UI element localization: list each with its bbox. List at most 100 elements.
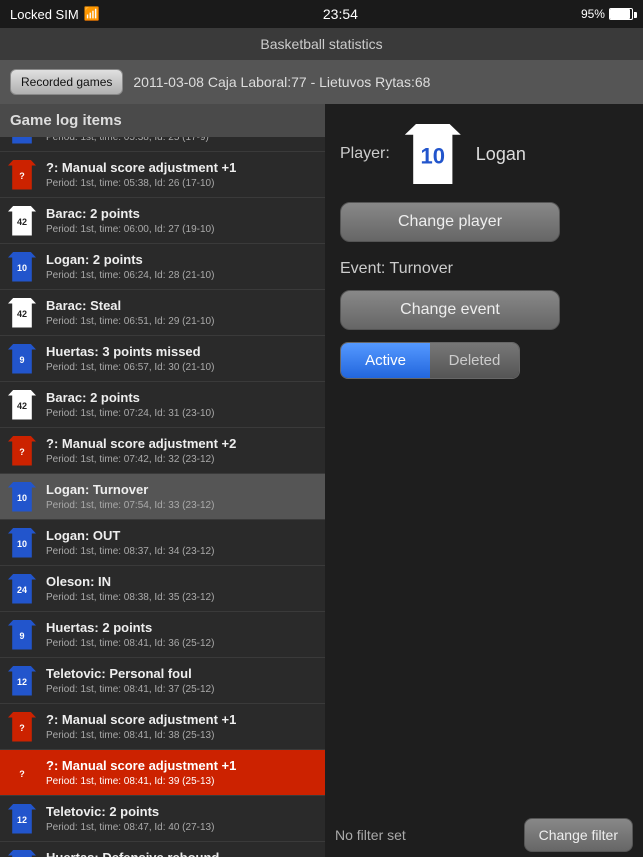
left-panel: Game log items 10 Logan: Personal foul P… <box>0 104 325 857</box>
game-title: 2011-03-08 Caja Laboral:77 - Lietuvos Ry… <box>133 74 430 90</box>
jersey-number: 9 <box>19 631 24 641</box>
log-text: Logan: 2 points Period: 1st, time: 06:24… <box>44 244 325 289</box>
recorded-games-button[interactable]: Recorded games <box>10 69 123 95</box>
jersey-number: 10 <box>17 263 27 273</box>
log-main-text: Oleson: IN <box>46 574 320 591</box>
player-name: Logan <box>476 144 526 165</box>
status-time: 23:54 <box>323 6 358 22</box>
log-text: Logan: Personal foul Period: 1st, time: … <box>44 137 325 151</box>
player-section: Player: 10 Logan <box>340 124 628 184</box>
status-left: Locked SIM 📶 <box>10 6 100 22</box>
jersey-badge: 42 <box>6 294 38 331</box>
app-title: Basketball statistics <box>260 36 382 52</box>
list-item[interactable]: 24 Oleson: IN Period: 1st, time: 08:38, … <box>0 566 325 612</box>
jersey-number: 42 <box>17 217 27 227</box>
log-text: Oleson: IN Period: 1st, time: 08:38, Id:… <box>44 566 325 611</box>
log-sub-text: Period: 1st, time: 07:24, Id: 31 (23-10) <box>46 407 320 420</box>
log-sub-text: Period: 1st, time: 07:54, Id: 33 (23-12) <box>46 499 320 512</box>
player-label: Player: <box>340 145 390 163</box>
list-item[interactable]: ? ?: Manual score adjustment +1 Period: … <box>0 704 325 750</box>
jersey-number: ? <box>19 171 25 181</box>
log-sub-text: Period: 1st, time: 08:41, Id: 37 (25-12) <box>46 683 320 696</box>
player-number: 10 <box>421 144 445 170</box>
log-text: ?: Manual score adjustment +1 Period: 1s… <box>44 704 325 749</box>
jersey-badge: 10 <box>6 137 38 147</box>
jersey-badge: ? <box>6 432 38 469</box>
game-header: Recorded games 2011-03-08 Caja Laboral:7… <box>0 60 643 104</box>
jersey-number: 10 <box>17 539 27 549</box>
change-player-button[interactable]: Change player <box>340 202 560 242</box>
jersey-number: 42 <box>17 401 27 411</box>
log-sub-text: Period: 1st, time: 05:38, Id: 26 (17-10) <box>46 177 320 190</box>
log-sub-text: Period: 1st, time: 08:41, Id: 38 (25-13) <box>46 729 320 742</box>
log-text: Teletovic: 2 points Period: 1st, time: 0… <box>44 796 325 841</box>
log-sub-text: Period: 1st, time: 05:38, Id: 25 (17-9) <box>46 137 320 144</box>
list-item[interactable]: 9 Huertas: 2 points Period: 1st, time: 0… <box>0 612 325 658</box>
no-filter-label: No filter set <box>335 827 406 843</box>
status-bar: Locked SIM 📶 23:54 95% <box>0 0 643 28</box>
jersey-number: 10 <box>17 493 27 503</box>
log-main-text: Barac: 2 points <box>46 390 320 407</box>
log-sub-text: Period: 1st, time: 08:37, Id: 34 (23-12) <box>46 545 320 558</box>
list-item[interactable]: 10 Logan: OUT Period: 1st, time: 08:37, … <box>0 520 325 566</box>
jersey-badge: ? <box>6 156 38 193</box>
log-main-text: Logan: 2 points <box>46 252 320 269</box>
log-sub-text: Period: 1st, time: 07:42, Id: 32 (23-12) <box>46 453 320 466</box>
status-toggle[interactable]: Active Deleted <box>340 342 520 379</box>
toggle-active[interactable]: Active <box>341 343 430 378</box>
log-text: Logan: OUT Period: 1st, time: 08:37, Id:… <box>44 520 325 565</box>
list-item[interactable]: ? ?: Manual score adjustment +2 Period: … <box>0 428 325 474</box>
list-item[interactable]: 10 Logan: Personal foul Period: 1st, tim… <box>0 137 325 152</box>
main-content: Game log items 10 Logan: Personal foul P… <box>0 104 643 857</box>
toggle-deleted[interactable]: Deleted <box>430 343 519 378</box>
list-item[interactable]: ? ?: Manual score adjustment +1 Period: … <box>0 152 325 198</box>
log-text: Logan: Turnover Period: 1st, time: 07:54… <box>44 474 325 519</box>
jersey-number: ? <box>19 723 25 733</box>
log-main-text: ?: Manual score adjustment +1 <box>46 712 320 729</box>
jersey-badge: ? <box>6 708 38 745</box>
list-item[interactable]: 42 Barac: 2 points Period: 1st, time: 06… <box>0 198 325 244</box>
list-item[interactable]: 12 Teletovic: Personal foul Period: 1st,… <box>0 658 325 704</box>
list-item[interactable]: 12 Teletovic: 2 points Period: 1st, time… <box>0 796 325 842</box>
player-jersey: 10 <box>405 124 461 184</box>
log-text: Huertas: 2 points Period: 1st, time: 08:… <box>44 612 325 657</box>
log-text: Teletovic: Personal foul Period: 1st, ti… <box>44 658 325 703</box>
jersey-badge: 9 <box>6 846 38 857</box>
list-item[interactable]: 42 Barac: 2 points Period: 1st, time: 07… <box>0 382 325 428</box>
log-text: Huertas: 3 points missed Period: 1st, ti… <box>44 336 325 381</box>
log-list[interactable]: 10 Logan: Personal foul Period: 1st, tim… <box>0 137 325 857</box>
battery-icon <box>609 8 633 20</box>
title-bar: Basketball statistics <box>0 28 643 60</box>
change-filter-button[interactable]: Change filter <box>524 818 633 852</box>
jersey-badge: 9 <box>6 616 38 653</box>
list-item[interactable]: ? ?: Manual score adjustment +1 Period: … <box>0 750 325 796</box>
jersey-badge: 12 <box>6 800 38 837</box>
jersey-badge: 24 <box>6 570 38 607</box>
jersey-badge: 12 <box>6 662 38 699</box>
jersey-number: ? <box>19 769 25 779</box>
list-item[interactable]: 10 Logan: 2 points Period: 1st, time: 06… <box>0 244 325 290</box>
jersey-badge: 42 <box>6 386 38 423</box>
log-sub-text: Period: 1st, time: 06:00, Id: 27 (19-10) <box>46 223 320 236</box>
list-item[interactable]: 9 Huertas: Defensive rebound Period: 1st… <box>0 842 325 857</box>
event-section: Event: Turnover Change event Active Dele… <box>340 260 628 379</box>
log-text: Barac: 2 points Period: 1st, time: 06:00… <box>44 198 325 243</box>
game-log-header: Game log items <box>0 104 325 137</box>
battery-percent: 95% <box>581 7 605 21</box>
log-sub-text: Period: 1st, time: 08:41, Id: 36 (25-12) <box>46 637 320 650</box>
log-main-text: Logan: OUT <box>46 528 320 545</box>
log-main-text: Logan: Turnover <box>46 482 320 499</box>
right-panel: Player: 10 Logan Change player Event: Tu… <box>325 104 643 857</box>
jersey-badge: 9 <box>6 340 38 377</box>
jersey-badge: 10 <box>6 248 38 285</box>
log-main-text: Teletovic: Personal foul <box>46 666 320 683</box>
jersey-number: 12 <box>17 677 27 687</box>
log-sub-text: Period: 1st, time: 06:24, Id: 28 (21-10) <box>46 269 320 282</box>
log-main-text: Barac: 2 points <box>46 206 320 223</box>
status-right: 95% <box>581 7 633 21</box>
list-item[interactable]: 9 Huertas: 3 points missed Period: 1st, … <box>0 336 325 382</box>
list-item[interactable]: 42 Barac: Steal Period: 1st, time: 06:51… <box>0 290 325 336</box>
log-main-text: Barac: Steal <box>46 298 320 315</box>
change-event-button[interactable]: Change event <box>340 290 560 330</box>
list-item[interactable]: 10 Logan: Turnover Period: 1st, time: 07… <box>0 474 325 520</box>
